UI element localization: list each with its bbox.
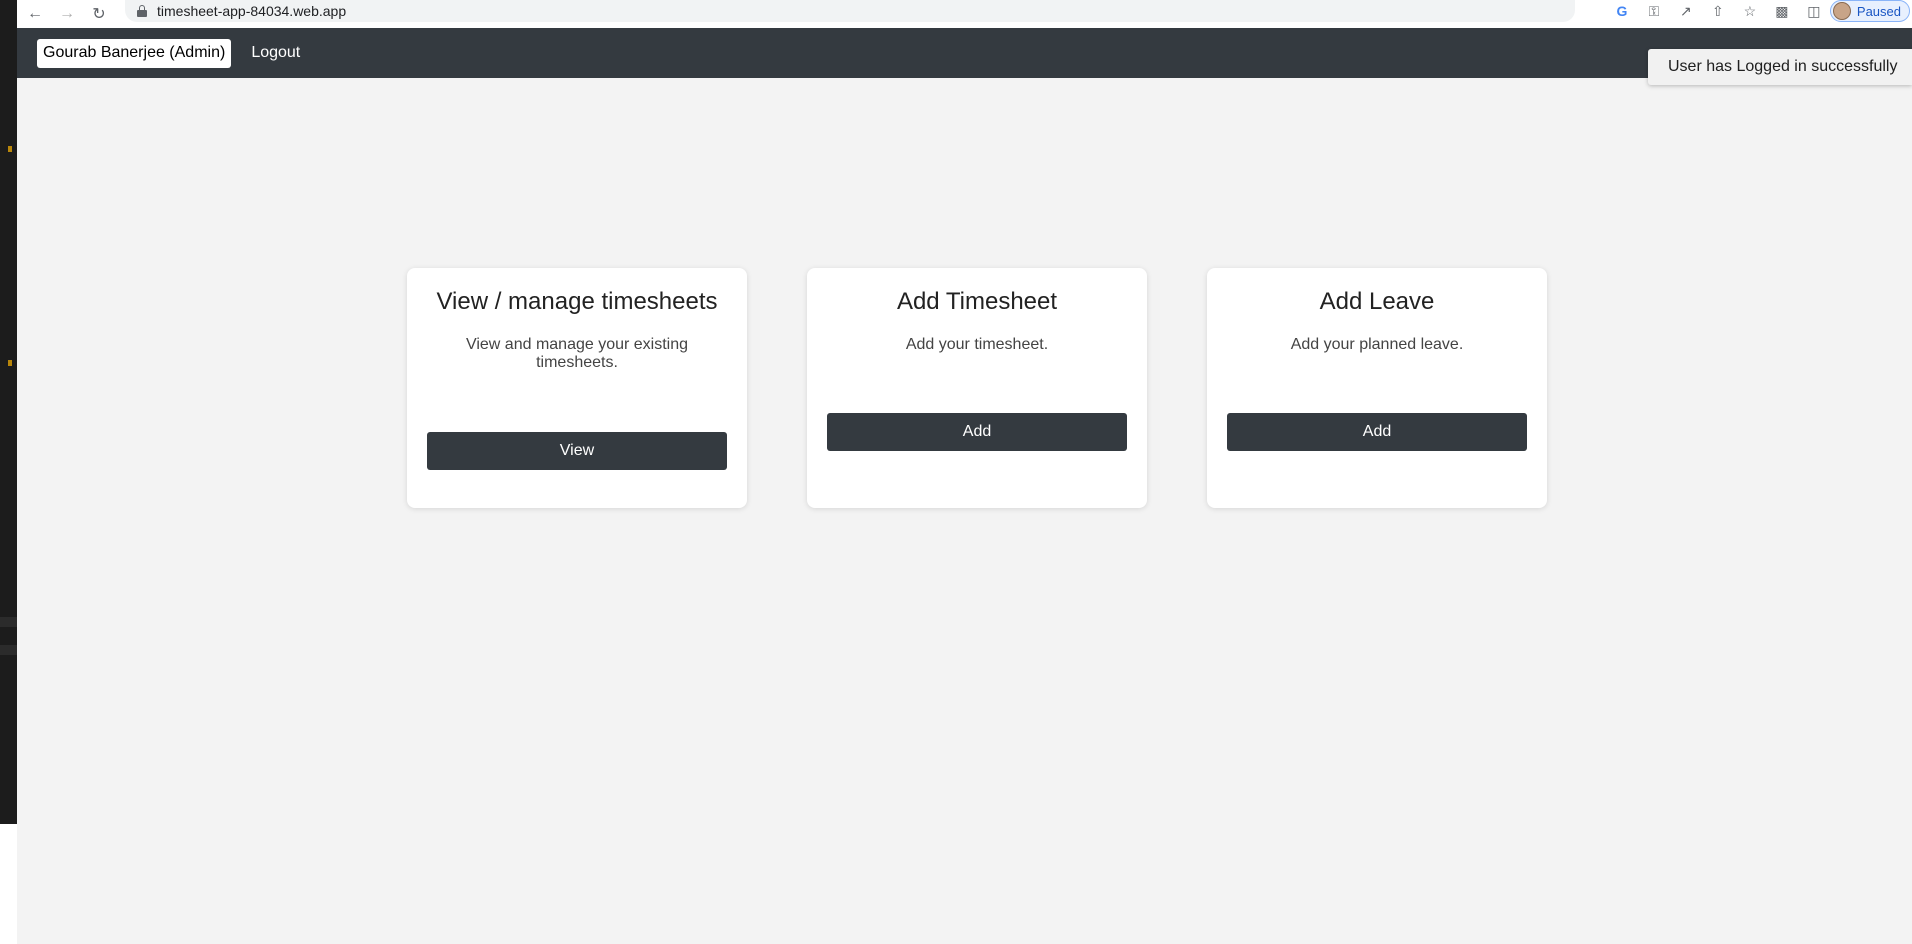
background-window-edge	[0, 824, 17, 944]
card-add-leave: Add Leave Add your planned leave. Add	[1207, 268, 1547, 508]
avatar	[1832, 2, 1851, 20]
add-timesheet-button[interactable]: Add	[827, 413, 1127, 451]
card-title: View / manage timesheets	[436, 288, 718, 315]
app-navbar: Gourab Banerjee (Admin) Logout	[17, 28, 1912, 78]
open-external-icon[interactable]: ↗	[1670, 3, 1702, 20]
logout-link[interactable]: Logout	[251, 44, 300, 62]
key-icon[interactable]: ⚿	[1638, 3, 1670, 20]
extensions-icon[interactable]: ▩	[1766, 3, 1798, 20]
add-leave-button[interactable]: Add	[1227, 413, 1527, 451]
forward-icon[interactable]: →	[53, 3, 81, 25]
address-bar[interactable]: timesheet-app-84034.web.app	[125, 0, 1575, 22]
sidebar-icon[interactable]: ◫	[1798, 3, 1830, 20]
card-title: Add Timesheet	[896, 288, 1058, 315]
background-mark	[8, 360, 12, 366]
toast-message: User has Logged in successfully	[1668, 58, 1898, 75]
card-description: Add your planned leave.	[1290, 336, 1464, 353]
login-success-toast[interactable]: User has Logged in successfully	[1648, 49, 1912, 85]
card-add-timesheet: Add Timesheet Add your timesheet. Add	[807, 268, 1147, 508]
browser-toolbar: ← → ↻ timesheet-app-84034.web.app G ⚿ ↗ …	[17, 0, 1912, 28]
background-mark	[8, 146, 12, 152]
share-icon[interactable]: ⇧	[1702, 3, 1734, 20]
back-icon[interactable]: ←	[21, 3, 49, 25]
card-description: Add your timesheet.	[905, 336, 1049, 353]
browser-actions: G ⚿ ↗ ⇧ ☆ ▩ ◫ Paused	[1606, 0, 1912, 22]
url-text[interactable]: timesheet-app-84034.web.app	[157, 3, 346, 19]
lock-icon[interactable]	[137, 5, 147, 17]
user-menu-button[interactable]: Gourab Banerjee (Admin)	[37, 38, 232, 68]
background-mark	[0, 645, 17, 655]
card-view-timesheets: View / manage timesheets View and manage…	[407, 268, 747, 508]
star-icon[interactable]: ☆	[1734, 3, 1766, 20]
card-title: Add Leave	[1319, 288, 1435, 315]
view-button[interactable]: View	[427, 432, 727, 470]
google-icon[interactable]: G	[1606, 3, 1638, 19]
reload-icon[interactable]: ↻	[85, 3, 113, 25]
profile-status-label: Paused	[1856, 3, 1901, 19]
background-window-strip	[0, 0, 17, 824]
background-mark	[0, 617, 17, 627]
card-description: View and manage your existing timesheets…	[465, 336, 689, 371]
profile-button[interactable]: Paused	[1829, 0, 1910, 22]
